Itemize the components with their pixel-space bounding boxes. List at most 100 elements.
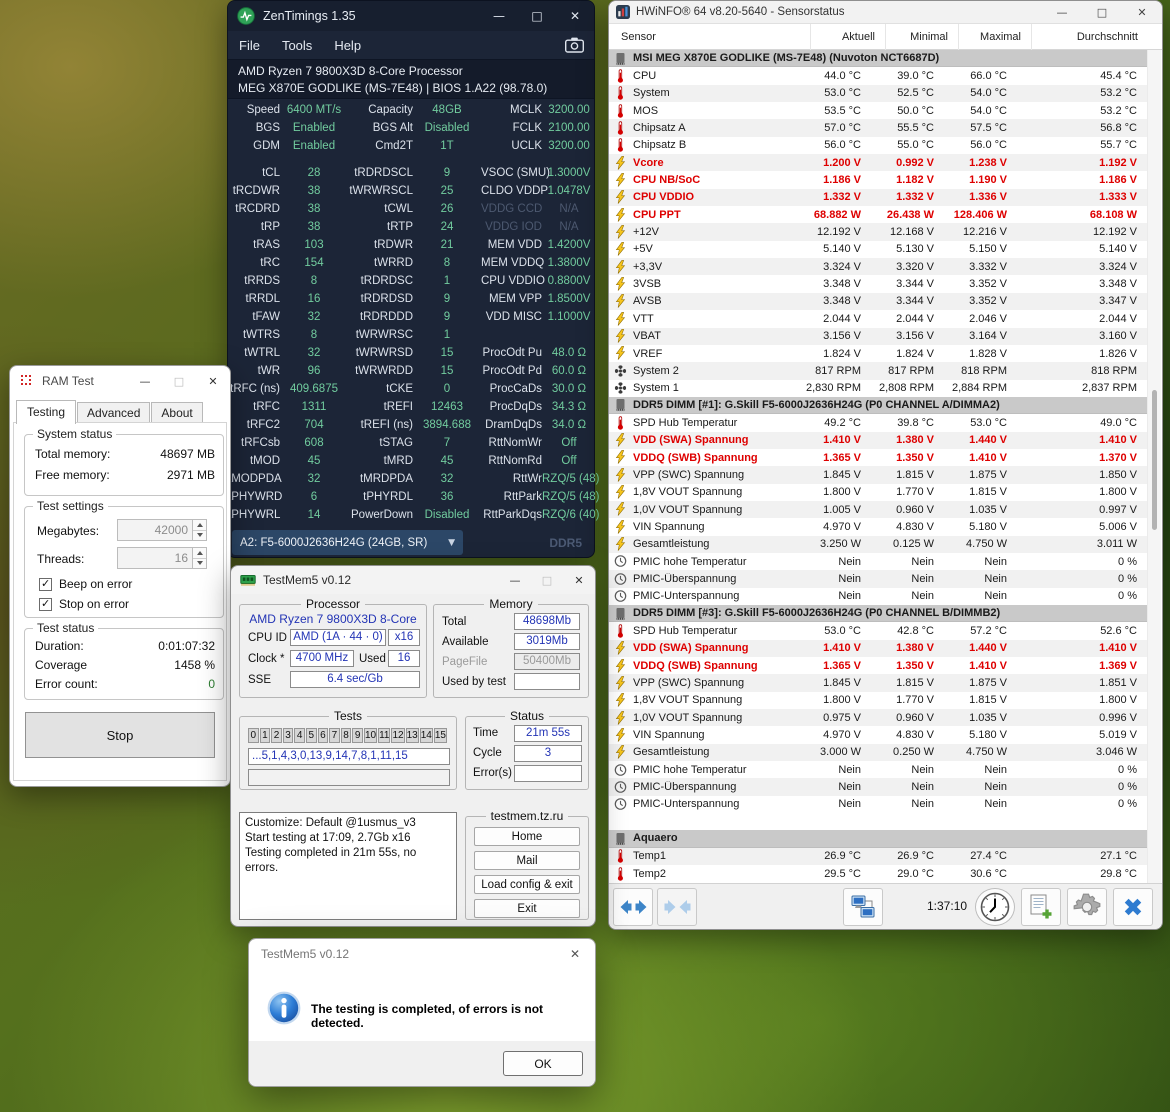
tab-testing[interactable]: Testing bbox=[16, 400, 77, 424]
test-13-button[interactable]: 13 bbox=[405, 728, 419, 743]
expand-sensors-button[interactable] bbox=[613, 888, 653, 926]
sensor-row[interactable]: CPU VDDIO 1.332 V 1.332 V 1.336 V 1.333 V bbox=[609, 188, 1147, 207]
sensor-row[interactable]: Gesamtleistung 3.000 W 0.250 W 4.750 W 3.046… bbox=[609, 743, 1147, 762]
clock-button[interactable] bbox=[975, 888, 1015, 926]
sensor-row[interactable]: +3,3V 3.324 V 3.320 V 3.332 V 3.324 V bbox=[609, 258, 1147, 276]
sensor-row[interactable]: PMIC hohe Temperatur Nein Nein Nein 0 % bbox=[609, 761, 1147, 779]
sensor-row[interactable]: PMIC hohe Temperatur Nein Nein Nein 0 % bbox=[609, 552, 1147, 571]
sensor-row[interactable]: VPP (SWC) Spannung 1.845 V 1.815 V 1.875 V 1… bbox=[609, 466, 1147, 484]
dimm-select-dropdown[interactable]: A2: F5-6000J2636H24G (24GB, SR) ▼ bbox=[232, 530, 463, 555]
tab-advanced[interactable]: Advanced bbox=[77, 402, 151, 424]
megabytes-stepper[interactable]: 42000 bbox=[117, 519, 207, 541]
sensor-row[interactable]: +5V 5.140 V 5.130 V 5.150 V 5.140 V bbox=[609, 240, 1147, 259]
spinner-buttons[interactable] bbox=[192, 548, 206, 568]
sensor-row[interactable]: SPD Hub Temperatur 53.0 °C 42.8 °C 57.2 °C 5… bbox=[609, 622, 1147, 640]
tab-about[interactable]: About bbox=[151, 402, 203, 424]
ramtest-titlebar[interactable]: RAM Test — □ ✕ bbox=[10, 366, 230, 396]
test-14-button[interactable]: 14 bbox=[419, 728, 433, 743]
test-3-button[interactable]: 3 bbox=[282, 728, 294, 743]
close-button[interactable]: ✕ bbox=[563, 566, 595, 594]
sensor-row[interactable]: CPU NB/SoC 1.186 V 1.182 V 1.190 V 1.186 V bbox=[609, 171, 1147, 189]
sensor-row[interactable]: +12V 12.192 V 12.168 V 12.216 V 12.192 V bbox=[609, 223, 1147, 241]
close-button[interactable]: ✕ bbox=[556, 1, 594, 31]
sensor-row[interactable]: VDD (SWA) Spannung 1.410 V 1.380 V 1.440 V 1… bbox=[609, 639, 1147, 658]
sensor-row[interactable]: System 2 817 RPM 817 RPM 818 RPM 818 RPM bbox=[609, 362, 1147, 380]
sensor-row[interactable]: VIN Spannung 4.970 V 4.830 V 5.180 V 5.019 V bbox=[609, 726, 1147, 744]
sensor-row[interactable]: AVSB 3.348 V 3.344 V 3.352 V 3.347 V bbox=[609, 292, 1147, 311]
testmem5-titlebar[interactable]: TestMem5 v0.12 — □ ✕ bbox=[231, 566, 595, 594]
sensor-section-row[interactable]: Aquaero bbox=[609, 830, 1147, 848]
sensor-row[interactable]: Chipsatz A 57.0 °C 55.5 °C 57.5 °C 56.8 °C bbox=[609, 119, 1147, 137]
column-minimal[interactable]: Minimal bbox=[886, 24, 959, 50]
minimize-button[interactable]: — bbox=[128, 367, 162, 395]
scrollbar-thumb[interactable] bbox=[1152, 390, 1157, 530]
link-button-0[interactable]: Home bbox=[474, 827, 580, 846]
screenshot-camera-icon[interactable] bbox=[565, 37, 584, 53]
test-5-button[interactable]: 5 bbox=[305, 728, 317, 743]
test-12-button[interactable]: 12 bbox=[391, 728, 405, 743]
sensor-row[interactable]: 1,8V VOUT Spannung 1.800 V 1.770 V 1.815 V 1… bbox=[609, 691, 1147, 710]
minimize-button[interactable]: — bbox=[480, 1, 518, 31]
sensor-row[interactable]: Temp1 26.9 °C 26.9 °C 27.4 °C 27.1 °C bbox=[609, 847, 1147, 866]
sensor-row[interactable]: System 1 2,830 RPM 2,808 RPM 2,884 RPM 2,837… bbox=[609, 379, 1147, 397]
sensor-row[interactable]: 1,8V VOUT Spannung 1.800 V 1.770 V 1.815 V 1… bbox=[609, 483, 1147, 501]
test-9-button[interactable]: 9 bbox=[352, 728, 363, 743]
zentimings-titlebar[interactable]: ZenTimings 1.35 — □ ✕ bbox=[228, 1, 594, 31]
sensor-row[interactable]: PMIC-Unterspannung Nein Nein Nein 0 % bbox=[609, 795, 1147, 814]
maximize-button[interactable]: □ bbox=[1082, 1, 1122, 24]
column-maximal[interactable]: Maximal bbox=[959, 24, 1032, 50]
sensor-row[interactable]: VDDQ (SWB) Spannung 1.365 V 1.350 V 1.410 V… bbox=[609, 657, 1147, 675]
sensor-row[interactable]: 3VSB 3.348 V 3.344 V 3.352 V 3.348 V bbox=[609, 275, 1147, 293]
test-8-button[interactable]: 8 bbox=[340, 728, 352, 743]
sensor-section-row[interactable]: MSI MEG X870E GODLIKE (MS-7E48) (Nuvoton… bbox=[609, 50, 1147, 68]
close-button[interactable]: ✕ bbox=[196, 367, 230, 395]
test-2-button[interactable]: 2 bbox=[271, 728, 282, 743]
sensor-row[interactable]: CPU PPT 68.882 W 26.438 W 128.406 W 68.108 W bbox=[609, 206, 1147, 224]
sensor-row[interactable]: SPD Hub Temperatur 49.2 °C 39.8 °C 53.0 °C 4… bbox=[609, 414, 1147, 432]
sensor-row[interactable]: Temp2 29.5 °C 29.0 °C 30.6 °C 29.8 °C bbox=[609, 865, 1147, 883]
sensor-row[interactable]: Chipsatz B 56.0 °C 55.0 °C 56.0 °C 55.7 °C bbox=[609, 136, 1147, 155]
close-button[interactable]: ✕ bbox=[1122, 1, 1162, 24]
ok-button[interactable]: OK bbox=[503, 1051, 583, 1076]
sensor-row[interactable]: System 53.0 °C 52.5 °C 54.0 °C 53.2 °C bbox=[609, 84, 1147, 103]
column-durchschnitt[interactable]: Durchschnitt bbox=[1032, 24, 1162, 50]
sensor-row[interactable]: CPU 44.0 °C 39.0 °C 66.0 °C 45.4 °C bbox=[609, 67, 1147, 85]
sensor-section-row[interactable]: DDR5 DIMM [#3]: G.Skill F5-6000J2636H24G… bbox=[609, 605, 1147, 623]
sensor-row[interactable]: VTT 2.044 V 2.044 V 2.046 V 2.044 V bbox=[609, 310, 1147, 328]
sensor-row[interactable]: VDD (SWA) Spannung 1.410 V 1.380 V 1.440 V 1… bbox=[609, 431, 1147, 449]
test-7-button[interactable]: 7 bbox=[329, 728, 340, 743]
test-15-button[interactable]: 15 bbox=[433, 728, 447, 743]
test-1-button[interactable]: 1 bbox=[259, 728, 271, 743]
sensor-row[interactable]: VPP (SWC) Spannung 1.845 V 1.815 V 1.875 V 1… bbox=[609, 674, 1147, 692]
settings-button[interactable] bbox=[1067, 888, 1107, 926]
link-button-1[interactable]: Mail bbox=[474, 851, 580, 870]
hwinfo-titlebar[interactable]: HWiNFO® 64 v8.20-5640 - Sensorstatus — □… bbox=[609, 1, 1162, 24]
report-button[interactable] bbox=[1021, 888, 1061, 926]
stop-button[interactable]: Stop bbox=[25, 712, 215, 758]
sensor-row[interactable]: PMIC-Überspannung Nein Nein Nein 0 % bbox=[609, 778, 1147, 796]
menu-help[interactable]: Help bbox=[323, 38, 372, 53]
sensor-row[interactable]: Gesamtleistung 3.250 W 0.125 W 4.750 W 3.011… bbox=[609, 535, 1147, 553]
vertical-scrollbar[interactable] bbox=[1147, 50, 1161, 883]
sensor-row[interactable]: VBAT 3.156 V 3.156 V 3.164 V 3.160 V bbox=[609, 327, 1147, 345]
stop-on-error-checkbox[interactable]: Stop on error bbox=[39, 597, 129, 611]
minimize-button[interactable]: — bbox=[1042, 1, 1082, 24]
test-10-button[interactable]: 10 bbox=[363, 728, 378, 743]
test-4-button[interactable]: 4 bbox=[294, 728, 305, 743]
sensor-row[interactable]: PMIC-Überspannung Nein Nein Nein 0 % bbox=[609, 570, 1147, 588]
sensor-row[interactable]: 1,0V VOUT Spannung 0.975 V 0.960 V 1.035 V 0… bbox=[609, 709, 1147, 727]
menu-tools[interactable]: Tools bbox=[271, 38, 323, 53]
beep-on-error-checkbox[interactable]: Beep on error bbox=[39, 577, 132, 591]
sensor-row[interactable]: 1,0V VOUT Spannung 1.005 V 0.960 V 1.035 V 0… bbox=[609, 500, 1147, 519]
minimize-button[interactable]: — bbox=[499, 566, 531, 594]
column-aktuell[interactable]: Aktuell bbox=[811, 24, 886, 50]
maximize-button[interactable]: □ bbox=[518, 1, 556, 31]
threads-stepper[interactable]: 16 bbox=[117, 547, 207, 569]
sensor-row[interactable]: PMIC-Unterspannung Nein Nein Nein 0 % bbox=[609, 587, 1147, 605]
remote-monitoring-button[interactable] bbox=[843, 888, 883, 926]
spinner-buttons[interactable] bbox=[192, 520, 206, 540]
close-sensors-button[interactable] bbox=[1113, 888, 1153, 926]
menu-file[interactable]: File bbox=[228, 38, 271, 53]
sensor-section-row[interactable]: DDR5 DIMM [#1]: G.Skill F5-6000J2636H24G… bbox=[609, 396, 1147, 415]
sensor-row[interactable]: VDDQ (SWB) Spannung 1.365 V 1.350 V 1.410 V… bbox=[609, 448, 1147, 467]
